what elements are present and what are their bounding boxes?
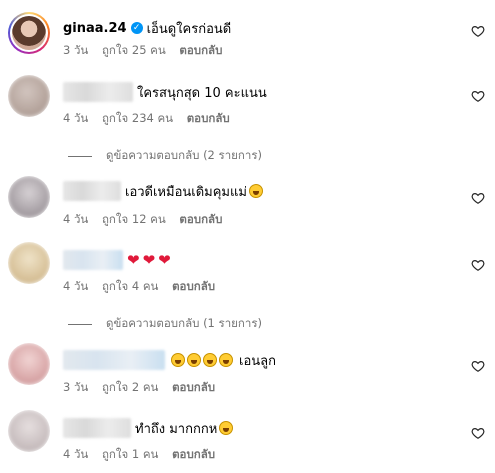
red-heart-emoji-icon: ❤ xyxy=(142,251,156,269)
like-count[interactable]: ถูกใจ 25 คน xyxy=(102,43,166,57)
divider-line xyxy=(68,155,92,157)
reply-button[interactable]: ตอบกลับ xyxy=(172,447,215,461)
reply-button[interactable]: ตอบกลับ xyxy=(172,279,215,293)
comment-text: ทำถึง มากกกห xyxy=(135,421,218,437)
username-blurred[interactable] xyxy=(63,250,123,270)
heart-outline-icon[interactable] xyxy=(471,426,485,440)
avatar[interactable] xyxy=(8,12,50,54)
heart-outline-icon[interactable] xyxy=(471,258,485,272)
view-replies-label: ดูข้อความตอบกลับ (2 รายการ) xyxy=(106,148,262,162)
comment-time: 4 วัน xyxy=(63,212,89,226)
laughing-emoji-icon xyxy=(219,353,233,367)
divider-line xyxy=(68,323,92,325)
reply-button[interactable]: ตอบกลับ xyxy=(179,43,222,57)
comment-text: เอวดีเหมือนเดิมคุมแม่ xyxy=(125,184,247,200)
laughing-emoji-icon xyxy=(203,353,217,367)
avatar[interactable] xyxy=(8,75,50,117)
laughing-emoji-icon xyxy=(219,421,234,435)
username-blurred[interactable] xyxy=(63,418,131,438)
laughing-emoji-icon xyxy=(248,184,263,198)
reply-button[interactable]: ตอบกลับ xyxy=(187,111,230,125)
view-replies-label: ดูข้อความตอบกลับ (1 รายการ) xyxy=(106,316,262,330)
laughing-emoji-icon xyxy=(171,353,185,367)
username-link[interactable]: ginaa.24 xyxy=(63,21,127,36)
username-blurred[interactable] xyxy=(63,181,121,201)
like-count[interactable]: ถูกใจ 12 คน xyxy=(102,212,166,226)
red-heart-emoji-icon: ❤ xyxy=(158,251,171,269)
view-replies-button[interactable]: ดูข้อความตอบกลับ (2 รายการ) xyxy=(68,147,262,165)
username-blurred[interactable] xyxy=(63,350,165,370)
comment-time: 3 วัน xyxy=(63,43,89,57)
heart-outline-icon[interactable] xyxy=(471,359,485,373)
avatar[interactable] xyxy=(8,343,50,385)
heart-outline-icon[interactable] xyxy=(471,191,485,205)
comment-text: ใครสนุกสุด 10 คะแนน xyxy=(137,85,267,101)
heart-outline-icon[interactable] xyxy=(471,89,485,103)
like-count[interactable]: ถูกใจ 234 คน xyxy=(102,111,173,125)
comment-text: เอ็นดูใครก่อนดี xyxy=(146,21,232,37)
view-replies-button[interactable]: ดูข้อความตอบกลับ (1 รายการ) xyxy=(68,315,262,333)
comment-time: 3 วัน xyxy=(63,380,89,394)
avatar[interactable] xyxy=(8,242,50,284)
reply-button[interactable]: ตอบกลับ xyxy=(172,380,215,394)
comment-text: เอนลูก xyxy=(239,353,276,369)
verified-badge-icon: ✓ xyxy=(130,22,143,34)
like-count[interactable]: ถูกใจ 1 คน xyxy=(102,447,158,461)
like-count[interactable]: ถูกใจ 2 คน xyxy=(102,380,158,394)
reply-button[interactable]: ตอบกลับ xyxy=(179,212,222,226)
avatar[interactable] xyxy=(8,410,50,452)
laughing-emoji-icon xyxy=(187,353,201,367)
comment-time: 4 วัน xyxy=(63,279,89,293)
red-heart-emoji-icon: ❤ xyxy=(127,251,140,269)
avatar[interactable] xyxy=(8,176,50,218)
heart-outline-icon[interactable] xyxy=(471,24,485,38)
like-count[interactable]: ถูกใจ 4 คน xyxy=(102,279,158,293)
comment-time: 4 วัน xyxy=(63,447,89,461)
username-blurred[interactable] xyxy=(63,82,133,102)
comment-time: 4 วัน xyxy=(63,111,89,125)
